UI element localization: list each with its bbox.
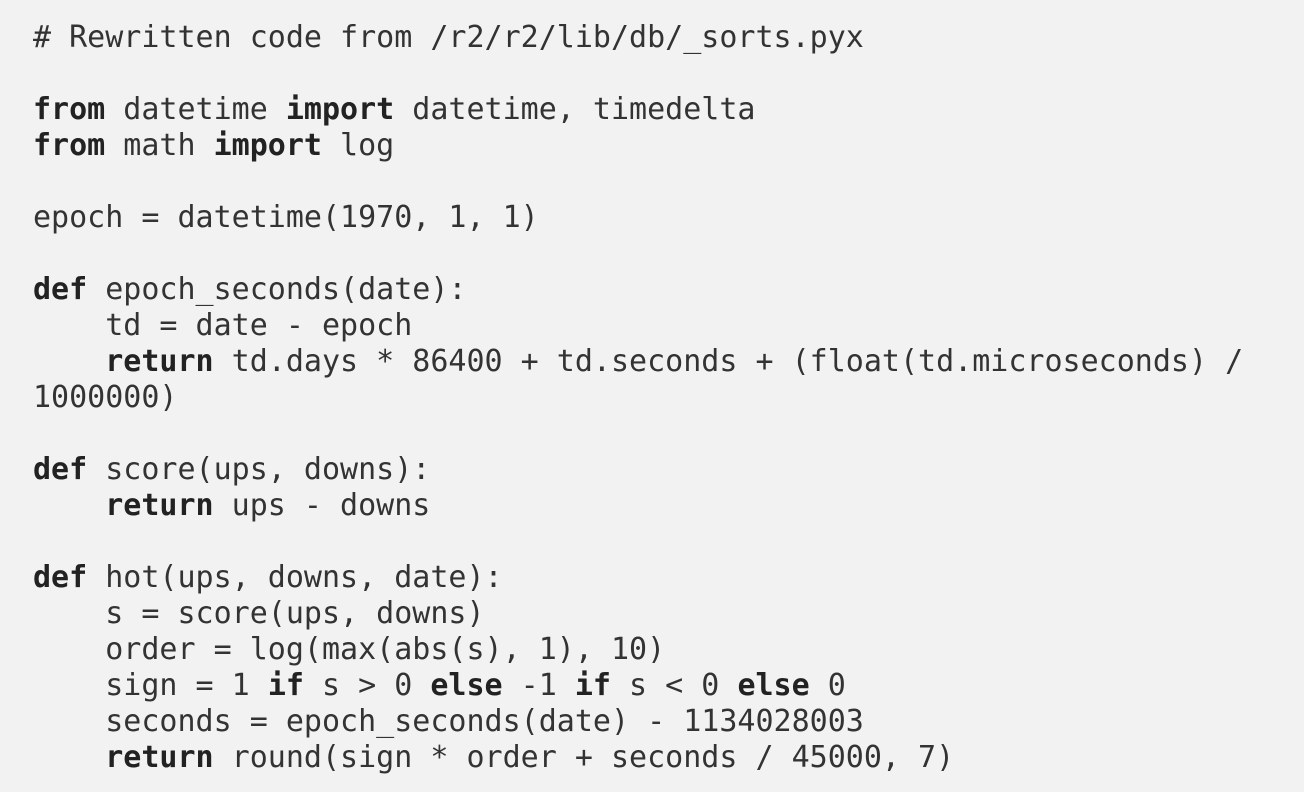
code-text: round(sign * order + seconds / 45000, 7) <box>213 740 955 775</box>
code-keyword: def <box>33 452 88 487</box>
code-keyword: import <box>285 92 395 127</box>
code-line: from math import log <box>33 128 1304 164</box>
code-text: 1000000) <box>33 380 178 415</box>
code-keyword: return <box>105 344 214 379</box>
code-line: return round(sign * order + seconds / 45… <box>33 740 1304 776</box>
code-keyword: if <box>574 668 611 703</box>
code-block: # Rewritten code from /r2/r2/lib/db/_sor… <box>0 0 1304 792</box>
code-text: s > 0 <box>303 668 431 703</box>
code-line: td = date - epoch <box>33 308 1304 344</box>
code-line: # Rewritten code from /r2/r2/lib/db/_sor… <box>33 20 1304 56</box>
code-text: -1 <box>502 668 575 703</box>
code-keyword: return <box>105 740 214 775</box>
code-line: 1000000) <box>33 380 1304 416</box>
code-text: epoch = datetime(1970, 1, 1) <box>33 200 539 235</box>
code-text: math <box>105 128 214 163</box>
code-keyword: if <box>267 668 304 703</box>
code-keyword: import <box>213 128 322 163</box>
code-line: order = log(max(abs(s), 1), 10) <box>33 632 1304 668</box>
code-text: seconds = epoch_seconds(date) - 11340280… <box>33 704 864 739</box>
code-text: order = log(max(abs(s), 1), 10) <box>33 632 666 667</box>
code-keyword: return <box>105 488 214 523</box>
code-keyword: def <box>33 272 88 307</box>
code-line: return td.days * 86400 + td.seconds + (f… <box>33 344 1304 380</box>
code-keyword: from <box>33 92 106 127</box>
code-line: seconds = epoch_seconds(date) - 11340280… <box>33 704 1304 740</box>
code-text: score(ups, downs): <box>87 452 431 487</box>
code-keyword: def <box>33 560 88 595</box>
code-text: td = date - epoch <box>33 308 413 343</box>
code-keyword: else <box>430 668 503 703</box>
code-text: s < 0 <box>611 668 738 703</box>
code-line: from datetime import datetime, timedelta <box>33 92 1304 128</box>
code-text: datetime <box>105 92 286 127</box>
code-text: td.days * 86400 + td.seconds + (float(td… <box>213 344 1244 379</box>
code-text: sign = 1 <box>33 668 268 703</box>
code-text: hot(ups, downs, date): <box>87 560 503 595</box>
code-text: log <box>322 128 395 163</box>
code-text: s = score(ups, downs) <box>33 596 485 631</box>
code-text: datetime, timedelta <box>394 92 756 127</box>
code-comment: # Rewritten code from /r2/r2/lib/db/_sor… <box>33 20 864 55</box>
code-text: 0 <box>809 668 846 703</box>
code-line: return ups - downs <box>33 488 1304 524</box>
code-keyword: else <box>737 668 810 703</box>
code-line: epoch = datetime(1970, 1, 1) <box>33 200 1304 236</box>
code-keyword: from <box>33 128 106 163</box>
code-text: ups - downs <box>213 488 431 523</box>
code-text: epoch_seconds(date): <box>87 272 467 307</box>
code-line: def epoch_seconds(date): <box>33 272 1304 308</box>
code-line: sign = 1 if s > 0 else -1 if s < 0 else … <box>33 668 1304 704</box>
code-line: def score(ups, downs): <box>33 452 1304 488</box>
code-line: def hot(ups, downs, date): <box>33 560 1304 596</box>
code-line: s = score(ups, downs) <box>33 596 1304 632</box>
